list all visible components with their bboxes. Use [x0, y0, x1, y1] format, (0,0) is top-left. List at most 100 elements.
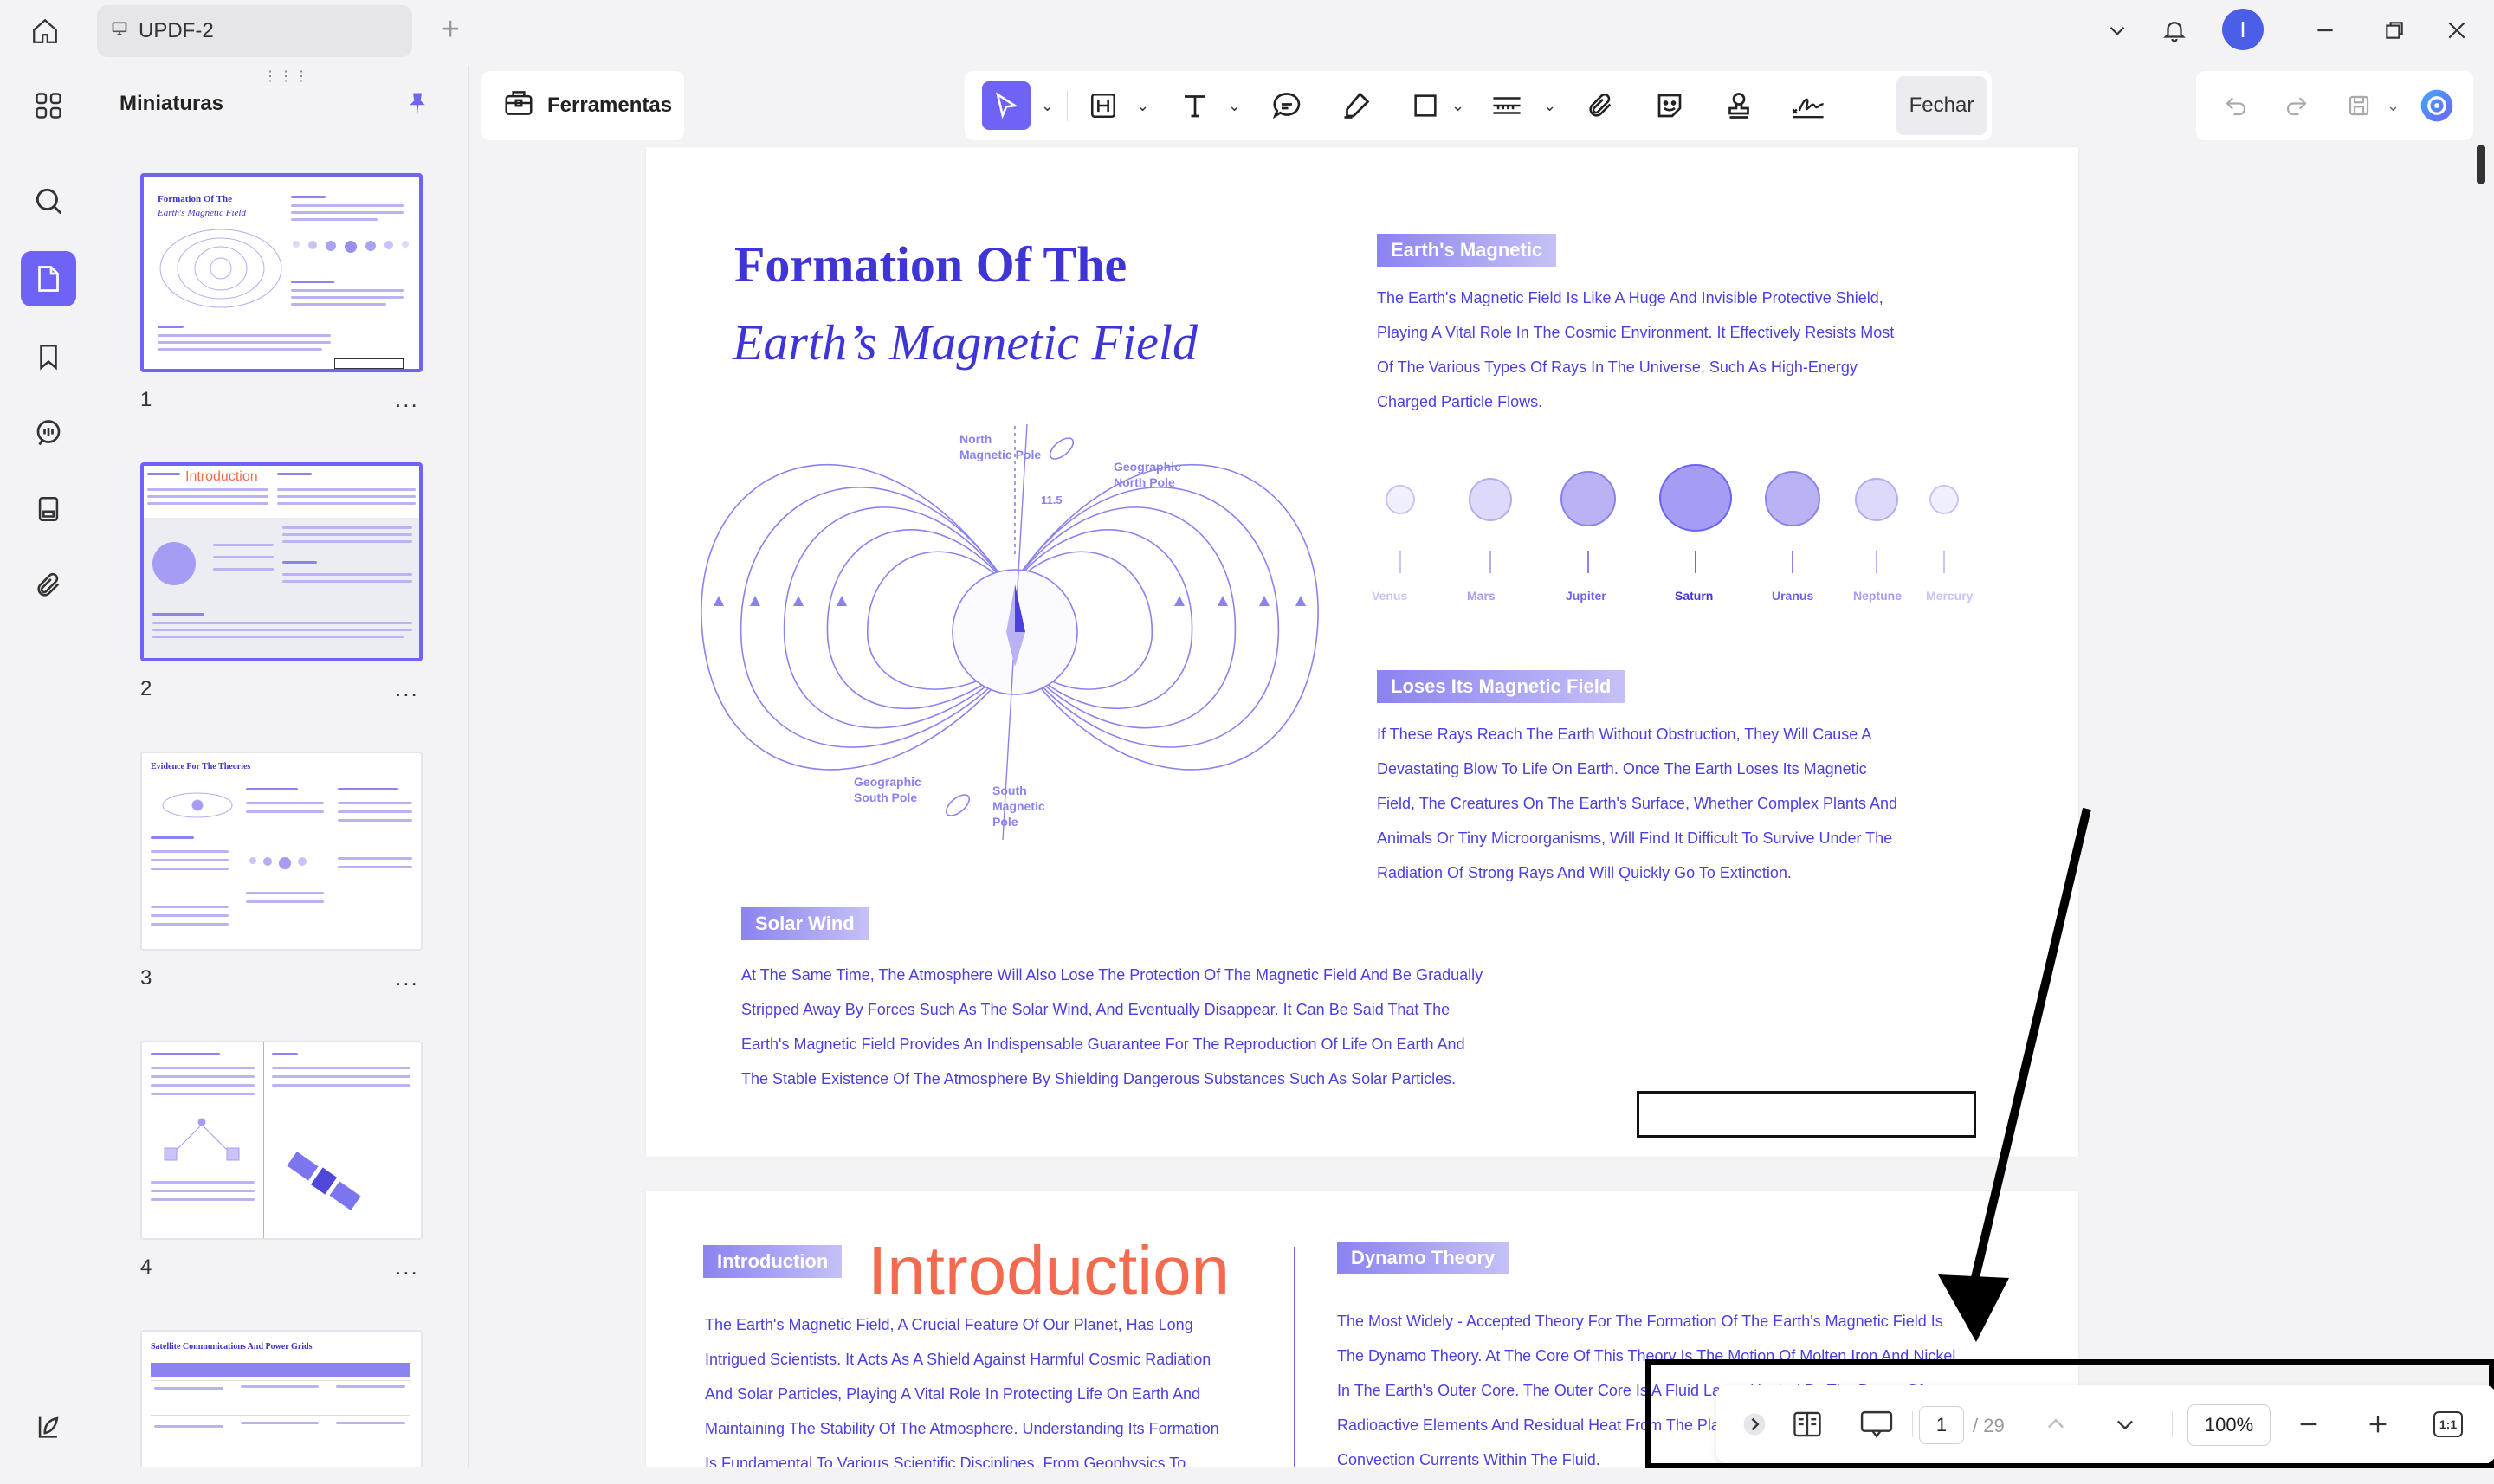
chevron-down-icon[interactable]: ⌄ — [1451, 97, 1464, 115]
comment-icon[interactable] — [21, 405, 76, 461]
redo-icon[interactable] — [2272, 81, 2321, 130]
highlighter-icon[interactable] — [1332, 81, 1380, 130]
previous-page-icon[interactable] — [2038, 1404, 2073, 1444]
text-icon[interactable] — [1171, 81, 1219, 130]
bookmark-icon[interactable] — [21, 329, 76, 384]
thumbnail-more-button[interactable]: ... — [395, 386, 419, 413]
north-magnetic-pole-label: North Magnetic Pole — [959, 432, 1042, 461]
search-icon[interactable] — [21, 173, 76, 229]
stamp-icon[interactable] — [1715, 81, 1763, 130]
column-divider — [1294, 1247, 1295, 1467]
planet-label: Venus — [1372, 589, 1408, 603]
right-toolbar: ⌄ — [2196, 71, 2473, 140]
zoom-out-icon[interactable] — [2291, 1404, 2326, 1444]
chevron-down-icon[interactable]: ⌄ — [2387, 97, 2400, 115]
avatar[interactable]: I — [2222, 9, 2264, 50]
signature-icon[interactable] — [1784, 81, 1832, 130]
page-number-input[interactable]: 1 — [1919, 1406, 1964, 1444]
undo-icon[interactable] — [2212, 81, 2260, 130]
page-subtitle: Earth’s Magnetic Field — [733, 314, 1198, 371]
tools-label: Ferramentas — [547, 94, 673, 117]
plus-icon[interactable]: + — [433, 11, 468, 48]
chevron-down-icon[interactable]: ⌄ — [1228, 97, 1241, 115]
thumbnail-page-1[interactable]: Formation Of The Earth's Magnetic Field — [140, 173, 423, 372]
grid-icon[interactable] — [21, 78, 76, 133]
pages-icon[interactable] — [21, 251, 76, 306]
zoom-level[interactable]: 100% — [2187, 1404, 2271, 1446]
thumbnail-figure — [162, 792, 233, 818]
pin-icon[interactable] — [400, 87, 435, 121]
chevron-down-icon[interactable]: ⌄ — [1041, 97, 1054, 115]
tools-button[interactable]: Ferramentas — [481, 71, 684, 140]
cursor-icon[interactable] — [982, 81, 1031, 130]
planet-label: Jupiter — [1566, 589, 1606, 603]
restore-icon[interactable] — [2373, 9, 2416, 52]
next-page-icon[interactable] — [2108, 1404, 2142, 1444]
thumbnail-more-button[interactable]: ... — [395, 1254, 419, 1281]
close-icon[interactable] — [2435, 9, 2478, 52]
document-viewport[interactable]: Formation Of The Earth’s Magnetic Field — [481, 142, 2482, 1467]
thumbnail-more-button[interactable]: ... — [395, 965, 419, 991]
text-line: Radiation Of Strong Rays And Will Quickl… — [1377, 864, 1792, 881]
title-bar: UPDF-2 + I — [0, 0, 2494, 62]
geographic-north-pole-label: Geographic North Pole — [1114, 460, 1181, 489]
expand-icon[interactable] — [1739, 1404, 1770, 1444]
planets-row — [1356, 459, 1962, 589]
chat-icon[interactable] — [1263, 81, 1311, 130]
thumbnail-page-3[interactable]: Evidence For The Theories — [140, 752, 423, 951]
tilt-angle-label: 11.5 — [1041, 494, 1063, 506]
rectangle-icon[interactable] — [1401, 81, 1450, 130]
document-tab[interactable]: UPDF-2 — [97, 5, 412, 57]
bell-icon[interactable] — [2153, 9, 2196, 52]
thumbnail-number: 3 — [140, 966, 152, 990]
measure-icon[interactable] — [1483, 81, 1531, 130]
form-icon[interactable] — [21, 481, 76, 537]
presentation-icon[interactable] — [1855, 1404, 1898, 1444]
page-layout-icon[interactable] — [1786, 1404, 1829, 1444]
thumbnail-more-button[interactable]: ... — [395, 675, 419, 702]
section-tag: Solar Wind — [741, 907, 869, 940]
home-icon[interactable] — [26, 12, 64, 50]
text-line: Animals Or Tiny Microorganisms, Will Fin… — [1377, 829, 1893, 847]
planet-label: Mercury — [1926, 589, 1974, 603]
layers-icon[interactable] — [21, 1399, 76, 1455]
planet-label: Saturn — [1675, 589, 1714, 603]
resize-handle[interactable]: ⋮⋮⋮ — [263, 68, 310, 85]
close-button[interactable]: Fechar — [1896, 76, 1987, 135]
section-body: The Earth's Magnetic Field Is Like A Hug… — [1377, 281, 1894, 419]
text-line: The Stable Existence Of The Atmosphere B… — [741, 1070, 1457, 1087]
thumbnail-title: Introduction — [185, 469, 258, 484]
chevron-down-icon[interactable]: ⌄ — [1136, 97, 1149, 115]
section-body: If These Rays Reach The Earth Without Ob… — [1377, 717, 1897, 890]
minimize-icon[interactable] — [2303, 9, 2347, 52]
thumbnail-number: 4 — [140, 1255, 152, 1279]
pdf-page-1: Formation Of The Earth’s Magnetic Field — [646, 147, 2078, 1157]
satellite-icon — [287, 1151, 361, 1211]
actual-size-icon[interactable]: 1:1 — [2430, 1404, 2466, 1444]
thumbnail-page-2[interactable]: Introduction — [140, 462, 423, 661]
vertical-scrollbar[interactable] — [2477, 145, 2485, 184]
text-line: The Earth's Magnetic Field Is Like A Hug… — [1377, 289, 1883, 306]
thumbnail-diagram — [159, 229, 282, 308]
thumbnail-page-4[interactable] — [140, 1041, 423, 1240]
planet-label: Mars — [1467, 589, 1496, 603]
sticker-icon[interactable] — [1645, 81, 1694, 130]
save-icon[interactable] — [2335, 81, 2383, 130]
section-body: At The Same Time, The Atmosphere Will Al… — [741, 958, 1483, 1096]
left-rail — [9, 66, 88, 1468]
chevron-down-icon[interactable] — [2096, 9, 2139, 52]
zoom-in-icon[interactable] — [2361, 1404, 2395, 1444]
annotation-toolbar: ⌄ ⌄ ⌄ ⌄ ⌄ — [965, 71, 1992, 140]
chevron-down-icon[interactable]: ⌄ — [1543, 97, 1556, 115]
text-line: Intrigued Scientists. It Acts As A Shiel… — [705, 1351, 1211, 1368]
planet-label: Neptune — [1853, 589, 1902, 603]
clip-icon[interactable] — [1576, 81, 1625, 130]
text-line: At The Same Time, The Atmosphere Will Al… — [741, 966, 1483, 984]
heading-icon[interactable] — [1079, 81, 1127, 130]
ai-icon[interactable] — [2413, 81, 2461, 130]
attachment-icon[interactable] — [21, 558, 76, 613]
planet-jupiter — [1560, 471, 1616, 526]
planet-neptune — [1855, 478, 1898, 521]
section-tag: Earth's Magnetic — [1377, 234, 1557, 267]
thumbnail-page-5[interactable]: Satellite Communications And Power Grids — [140, 1330, 423, 1467]
